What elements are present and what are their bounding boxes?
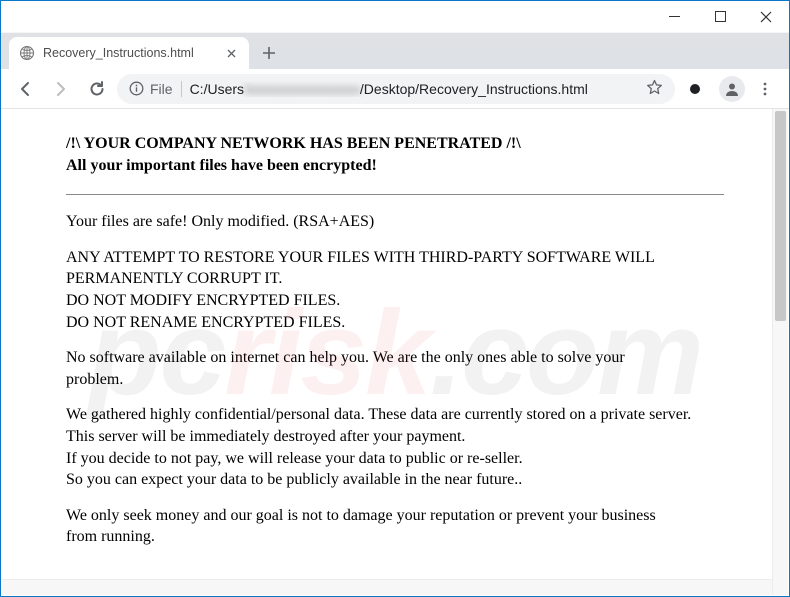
back-button[interactable] [9,73,41,105]
plus-icon [262,46,276,60]
paragraph-5: We only seek money and our goal is not t… [66,505,656,548]
p2-line-b: DO NOT MODIFY ENCRYPTED FILES. [66,292,340,309]
file-scheme-label: File [150,81,173,97]
window-minimize-button[interactable] [651,1,697,33]
paragraph-1: Your files are safe! Only modified. (RSA… [66,211,724,233]
paragraph-4: We gathered highly confidential/personal… [66,404,706,490]
star-icon [646,79,663,96]
tab-active[interactable]: Recovery_Instructions.html [9,37,249,69]
headline-2: All your important files have been encry… [66,157,377,174]
browser-window: Recovery_Instructions.html File C:/User [0,0,790,597]
person-icon [723,80,741,98]
p4-line-a: We gathered highly confidential/personal… [66,406,691,445]
window-close-button[interactable] [743,1,789,33]
globe-icon [19,45,35,61]
info-icon [129,81,144,96]
address-bar[interactable]: File C:/Users/xxxxxxxxxxxxxxxx/Desktop/R… [117,74,675,104]
vertical-scrollbar[interactable] [772,109,788,595]
p2-line-c: DO NOT RENAME ENCRYPTED FILES. [66,314,345,331]
tab-close-button[interactable] [223,45,239,61]
p4-line-c: So you can expect your data to be public… [66,471,522,488]
reload-button[interactable] [81,73,113,105]
arrow-left-icon [16,80,34,98]
url-prefix: C:/Users [190,81,244,97]
divider [66,194,724,195]
horizontal-scrollbar[interactable] [2,579,772,595]
dot-icon [690,84,700,94]
close-icon [760,11,772,23]
p4-line-b: If you decide to not pay, we will releas… [66,450,523,467]
page-viewport: /!\ YOUR COMPANY NETWORK HAS BEEN PENETR… [2,109,788,595]
tab-strip: Recovery_Instructions.html [1,33,789,69]
headline-1: /!\ YOUR COMPANY NETWORK HAS BEEN PENETR… [66,135,521,152]
url-suffix: /Desktop/Recovery_Instructions.html [360,81,588,97]
new-tab-button[interactable] [255,39,283,67]
vertical-scroll-thumb[interactable] [775,111,786,321]
tab-title: Recovery_Instructions.html [43,46,215,60]
p2-line-a: ANY ATTEMPT TO RESTORE YOUR FILES WITH T… [66,249,654,288]
window-titlebar [1,1,789,33]
paragraph-2: ANY ATTEMPT TO RESTORE YOUR FILES WITH T… [66,247,724,333]
kebab-icon [757,81,773,97]
url-text: C:/Users/xxxxxxxxxxxxxxxx/Desktop/Recove… [190,81,638,97]
paragraph-3: No software available on internet can he… [66,347,656,390]
forward-button[interactable] [45,73,77,105]
page-content: /!\ YOUR COMPANY NETWORK HAS BEEN PENETR… [2,109,788,586]
extensions-indicator[interactable] [679,73,711,105]
omnibox-divider [181,81,182,97]
site-info-button[interactable]: File [129,81,173,97]
browser-toolbar: File C:/Users/xxxxxxxxxxxxxxxx/Desktop/R… [1,69,789,109]
window-maximize-button[interactable] [697,1,743,33]
bookmark-button[interactable] [646,79,663,99]
profile-button[interactable] [719,76,745,102]
url-redacted: /xxxxxxxxxxxxxxxx [244,81,360,97]
arrow-right-icon [52,80,70,98]
maximize-icon [715,11,726,22]
close-icon [227,49,236,58]
reload-icon [88,80,106,98]
chrome-menu-button[interactable] [749,73,781,105]
minimize-icon [669,11,680,22]
